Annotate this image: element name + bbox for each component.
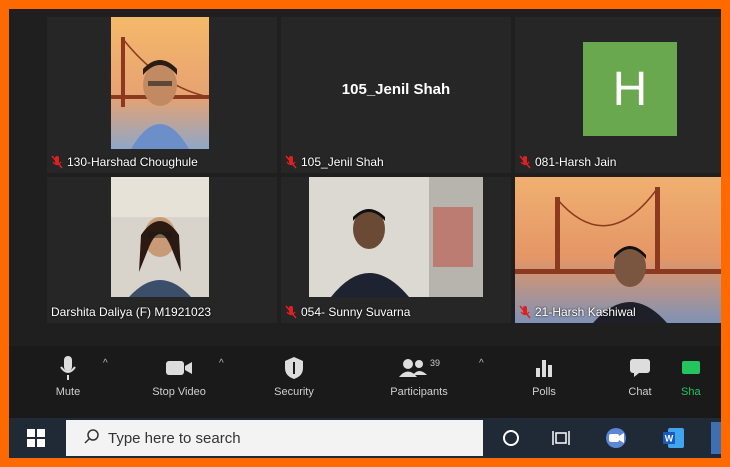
participant-tile-1[interactable]: 130-Harshad Choughule [47, 17, 277, 173]
chat-label: Chat [628, 386, 652, 398]
polls-label: Polls [532, 386, 556, 398]
participant-name-label: Darshita Daliya (F) M1921023 [51, 305, 211, 319]
participants-options-chevron-icon[interactable]: ^ [479, 358, 484, 369]
avatar-letter: H [612, 62, 648, 116]
participant-name-label: 130-Harshad Choughule [51, 155, 198, 169]
participant-video [111, 17, 209, 149]
chat-button[interactable]: Chat [605, 354, 675, 398]
participant-name: 21-Harsh Kashiwal [535, 305, 636, 319]
participant-name-label: 21-Harsh Kashiwal [519, 305, 636, 319]
task-view-button[interactable] [552, 429, 570, 452]
video-options-chevron-icon[interactable]: ^ [219, 358, 224, 369]
stop-video-label: Stop Video [152, 386, 206, 398]
muted-mic-icon [519, 305, 531, 319]
task-view-icon [552, 431, 570, 451]
taskbar-partial-app-button[interactable] [711, 422, 721, 454]
participant-video [111, 177, 209, 297]
participants-icon [398, 358, 428, 381]
participants-count: 39 [429, 358, 440, 368]
security-label: Security [274, 386, 314, 398]
participant-name: 054- Sunny Suvarna [301, 305, 411, 319]
participant-name: Darshita Daliya (F) M1921023 [51, 305, 212, 319]
participant-tile-5[interactable]: 054- Sunny Suvarna [281, 177, 511, 323]
chat-bubble-icon [629, 358, 651, 381]
windows-logo-icon [27, 429, 45, 451]
windows-start-button[interactable] [27, 429, 47, 449]
mute-button[interactable]: Mute [33, 354, 103, 398]
zoom-meeting-window: 130-Harshad Choughule 105_Jenil Shah 105… [9, 9, 721, 458]
search-icon [84, 428, 100, 448]
muted-mic-icon [285, 305, 297, 319]
mute-label: Mute [55, 386, 81, 398]
participant-name-label: 054- Sunny Suvarna [285, 305, 410, 319]
muted-mic-icon [51, 155, 63, 169]
participant-tile-2[interactable]: 105_Jenil Shah 105_Jenil Shah [281, 17, 511, 173]
svg-text:W: W [665, 434, 674, 444]
participant-name-label: 105_Jenil Shah [285, 155, 384, 169]
participant-tile-4[interactable]: Darshita Daliya (F) M1921023 [47, 177, 277, 323]
participant-name: 105_Jenil Shah [301, 155, 384, 169]
stop-video-button[interactable]: Stop Video [144, 354, 214, 398]
polls-button[interactable]: Polls [509, 354, 579, 398]
security-button[interactable]: Security [259, 354, 329, 398]
share-label: Sha [681, 386, 701, 398]
participant-name: 081-Harsh Jain [535, 155, 617, 169]
participants-label: Participants [390, 386, 448, 398]
video-camera-icon [165, 359, 193, 380]
word-app-icon: W [662, 428, 686, 453]
muted-mic-icon [285, 155, 297, 169]
zoom-app-taskbar-button[interactable] [604, 427, 628, 454]
share-screen-icon [681, 358, 701, 381]
participant-name-label: 081-Harsh Jain [519, 155, 616, 169]
muted-mic-icon [519, 155, 531, 169]
zoom-app-icon [604, 428, 628, 453]
participants-button[interactable]: 39 Participants [384, 354, 454, 398]
participant-video [309, 177, 483, 297]
participant-video [515, 177, 721, 323]
participant-display-name: 105_Jenil Shah [341, 81, 451, 98]
search-placeholder: Type here to search [108, 429, 241, 447]
participant-tile-6[interactable]: 21-Harsh Kashiwal [515, 177, 721, 323]
polls-bar-chart-icon [534, 358, 554, 381]
participant-tile-3[interactable]: H 081-Harsh Jain [515, 17, 721, 173]
taskbar-search-box[interactable]: Type here to search [66, 420, 483, 456]
participant-name: 130-Harshad Choughule [67, 155, 198, 169]
meeting-toolbar: Mute ^ Stop Video ^ Security 39 Particip… [9, 346, 721, 418]
share-screen-button[interactable]: Sha [681, 354, 721, 398]
cortana-circle-icon [502, 430, 520, 451]
shield-icon [284, 356, 304, 383]
cortana-button[interactable] [502, 429, 520, 452]
microphone-icon [59, 355, 77, 384]
audio-options-chevron-icon[interactable]: ^ [103, 358, 108, 369]
participant-avatar: H [583, 42, 677, 136]
windows-taskbar: Type here to search W [9, 418, 721, 458]
word-app-taskbar-button[interactable]: W [662, 427, 686, 454]
